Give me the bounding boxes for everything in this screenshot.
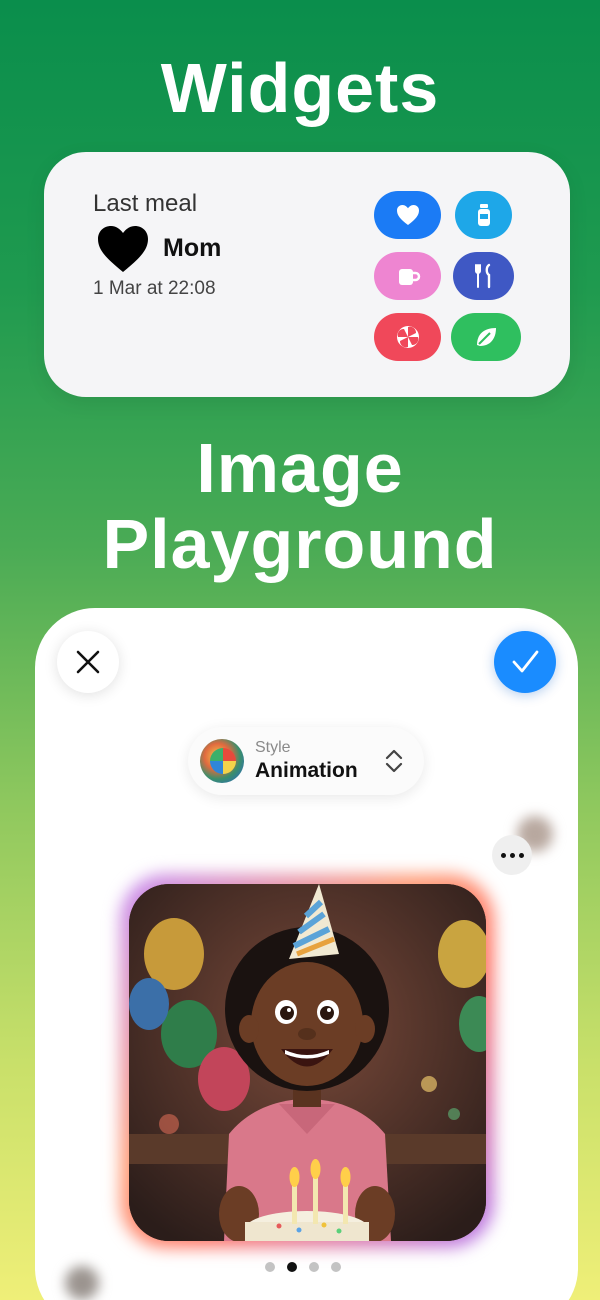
generated-image[interactable]	[129, 884, 486, 1241]
close-icon	[76, 650, 100, 674]
quick-action-cup-button[interactable]	[374, 252, 441, 300]
checkmark-icon	[512, 650, 539, 673]
quick-action-heart-button[interactable]	[374, 191, 441, 239]
quick-action-bottle-button[interactable]	[455, 191, 512, 239]
image-playground-title-line2: Playground	[102, 505, 498, 583]
quick-action-pinwheel-button[interactable]	[374, 313, 441, 361]
image-playground-title-line1: Image	[196, 429, 404, 507]
close-button[interactable]	[57, 631, 119, 693]
chevron-up-down-icon	[385, 749, 403, 773]
pinwheel-icon	[396, 326, 419, 348]
leaf-icon	[477, 328, 496, 346]
birthday-child-illustration	[129, 884, 486, 1241]
heart-icon	[396, 205, 419, 225]
page-indicator[interactable]	[265, 1262, 341, 1272]
confirm-button[interactable]	[494, 631, 556, 693]
quick-action-meal-button[interactable]	[453, 252, 514, 300]
page-dot-active[interactable]	[287, 1262, 297, 1272]
more-options-button[interactable]	[492, 835, 532, 875]
person-name: Mom	[163, 234, 222, 262]
image-playground-sheet: Style Animation	[35, 608, 578, 1300]
widgets-title: Widgets	[160, 49, 440, 127]
last-meal-time: 1 Mar at 22:08	[93, 278, 216, 299]
page-dot[interactable]	[265, 1262, 275, 1272]
balloon	[129, 978, 169, 1030]
blurred-thumbnail	[65, 1266, 99, 1300]
fork-knife-icon	[474, 263, 490, 289]
widget-label: Last meal	[93, 190, 198, 217]
cup-icon	[398, 269, 420, 285]
image-playground-title: Image Playground	[0, 430, 600, 582]
page-dot[interactable]	[309, 1262, 319, 1272]
beach-ball-icon	[210, 748, 236, 774]
bottle-icon	[477, 204, 490, 226]
style-selector[interactable]: Style Animation	[188, 727, 424, 795]
quick-action-leaf-button[interactable]	[451, 313, 521, 361]
page-dot[interactable]	[331, 1262, 341, 1272]
style-value: Animation	[255, 759, 358, 782]
style-thumbnail	[200, 739, 244, 783]
heart-icon	[98, 226, 148, 272]
last-meal-widget[interactable]: Last meal Mom 1 Mar at 22:08	[44, 152, 570, 397]
style-label: Style	[255, 739, 291, 756]
